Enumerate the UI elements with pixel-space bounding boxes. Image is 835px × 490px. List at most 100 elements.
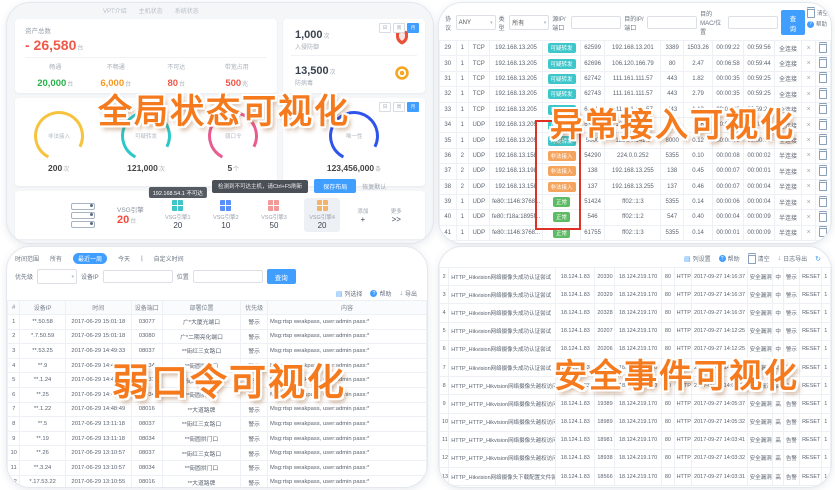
trash-icon[interactable]	[819, 57, 827, 68]
table-row[interactable]: 5HTTP_Hikvision网络摄像头成功认证尝试18.124.1.83202…	[440, 322, 831, 340]
table-row[interactable]: 351UDP192.168.13.205可疑转发5000122.90.141.3…	[440, 133, 831, 148]
device-ip-input[interactable]	[103, 270, 173, 283]
table-row[interactable]: 311TCP192.168.13.205可疑转发62742111.161.111…	[440, 71, 831, 86]
priority-select[interactable]: ▾	[37, 269, 77, 284]
table-cell[interactable]	[816, 164, 831, 179]
clear-button[interactable]: 清空	[807, 7, 828, 18]
refresh-icon[interactable]: ↻	[815, 255, 821, 263]
table-cell[interactable]	[816, 102, 831, 117]
table-row[interactable]: 7HTTP_Hikvision网络摄像头成功认证尝试18.124.1.83202…	[440, 358, 831, 376]
table-cell[interactable]	[816, 87, 831, 102]
trash-icon[interactable]	[819, 88, 827, 99]
table-cell[interactable]: ×	[801, 210, 815, 225]
table-cell[interactable]	[816, 71, 831, 86]
table-cell[interactable]	[816, 117, 831, 132]
table-row[interactable]: 3HTTP_Hikvision网络摄像头成功认证尝试18.124.1.83203…	[440, 286, 831, 304]
close-icon[interactable]: ×	[807, 137, 811, 144]
search-button[interactable]: 查询	[267, 269, 296, 284]
trash-icon[interactable]	[819, 72, 827, 83]
close-icon[interactable]: ×	[807, 152, 811, 159]
period-week-button[interactable]: 周	[393, 102, 405, 112]
trash-icon[interactable]	[819, 196, 827, 207]
table-cell[interactable]	[816, 56, 831, 71]
log-export-button[interactable]: ↓日志导出	[778, 254, 808, 263]
help-button[interactable]: ?帮助	[370, 289, 391, 298]
table-row[interactable]: 4HTTP_Hikvision网络摄像头成功认证尝试18.124.1.83203…	[440, 304, 831, 322]
table-row[interactable]: 12HTTP_HTTP_Hikvision网络摄像头越权访问尝试118.124.…	[440, 449, 831, 467]
trash-icon[interactable]	[819, 226, 827, 237]
add-engine-button[interactable]: 添加 +	[352, 205, 373, 226]
table-cell[interactable]: ×	[801, 133, 815, 148]
close-icon[interactable]: ×	[807, 45, 811, 52]
engine-item-2[interactable]: VSG引擎2 10	[208, 198, 244, 232]
table-cell[interactable]	[816, 210, 831, 225]
table-cell[interactable]	[816, 194, 831, 209]
search-button[interactable]: 查询	[781, 10, 805, 35]
clear-button[interactable]: 清空	[748, 253, 770, 264]
table-row[interactable]: 11HTTP_HTTP_Hikvision网络摄像头越权访问尝试118.124.…	[440, 431, 831, 449]
nav-item[interactable]: VPT介绍	[103, 6, 127, 17]
table-row[interactable]: 12*.17.53.222017-06-29 13:10:5508016**大道…	[8, 475, 427, 488]
close-icon[interactable]: ×	[807, 91, 811, 98]
trash-icon[interactable]	[819, 42, 827, 53]
location-input[interactable]	[193, 270, 263, 283]
help-button[interactable]: ?帮助	[807, 20, 828, 28]
table-row[interactable]: 2*.7.50.592017-06-29 15:01:1803080广*二期亮化…	[8, 329, 427, 344]
table-cell[interactable]: ×	[801, 41, 815, 56]
table-row[interactable]: 3**.53.252017-06-29 14:49:3308037**街红三女路…	[8, 344, 427, 359]
period-week-button[interactable]: 周	[393, 23, 405, 33]
trash-icon[interactable]	[819, 211, 827, 222]
table-cell[interactable]	[816, 133, 831, 148]
table-row[interactable]: 6**.252017-06-29 14:48:5108034**街圆拱门口警示M…	[8, 387, 427, 402]
table-row[interactable]: 4**.92017-06-29 14:49:3308034**街圆拱门口警示Ms…	[8, 358, 427, 373]
table-row[interactable]: 8**.52017-06-29 13:11:1808037**街红三女路口警示M…	[8, 417, 427, 432]
table-row[interactable]: 6HTTP_Hikvision网络摄像头成功认证尝试18.124.1.83202…	[440, 340, 831, 358]
table-row[interactable]: 2HTTP_Hikvision网络摄像头成功认证尝试18.124.1.83203…	[440, 268, 831, 286]
table-cell[interactable]: ×	[801, 87, 815, 102]
table-cell[interactable]	[816, 41, 831, 56]
close-icon[interactable]: ×	[807, 214, 811, 221]
close-icon[interactable]: ×	[807, 183, 811, 190]
table-row[interactable]: 301TCP192.168.13.205可疑转发62696106.120.166…	[440, 56, 831, 71]
table-row[interactable]: 362UDP192.168.13.158非法接入54290224.0.0.252…	[440, 148, 831, 163]
close-icon[interactable]: ×	[807, 75, 811, 82]
trash-icon[interactable]	[819, 134, 827, 145]
type-select[interactable]: 所有▾	[509, 15, 549, 30]
close-icon[interactable]: ×	[807, 199, 811, 206]
table-cell[interactable]: ×	[801, 102, 815, 117]
table-row[interactable]: 391UDPfe80::1146:3768...正常51424ff02::1:3…	[440, 194, 831, 209]
table-row[interactable]: 8HTTP_HTTP_Hikvision网络摄像头越权访问尝试118.124.1…	[440, 377, 831, 395]
table-row[interactable]: 382UDP192.168.13.158非法接入137192.168.13.25…	[440, 179, 831, 194]
column-select-button[interactable]: ▤列选择	[336, 289, 363, 298]
column-settings-button[interactable]: ▤列设置	[684, 254, 711, 263]
table-cell[interactable]: ×	[801, 164, 815, 179]
nav-item[interactable]: 主机状态	[139, 6, 163, 17]
engine-item-3[interactable]: VSG引擎3 50	[256, 198, 292, 232]
table-row[interactable]: 321TCP192.168.13.205可疑转发62743111.161.111…	[440, 87, 831, 102]
table-row[interactable]: 13HTTP_Hikvision网络摄像头下载配置文件尝试18.124.1.83…	[440, 468, 831, 486]
close-icon[interactable]: ×	[807, 168, 811, 175]
table-row[interactable]: 331TCP192.168.13.205可疑转发62745111.161.111…	[440, 102, 831, 117]
trash-icon[interactable]	[819, 103, 827, 114]
table-cell[interactable]: ×	[801, 117, 815, 132]
table-cell[interactable]	[816, 225, 831, 240]
close-icon[interactable]: ×	[807, 122, 811, 129]
table-cell[interactable]: ×	[801, 225, 815, 240]
engine-item-1[interactable]: 192.168.54.1 不可达 VSG引擎1 20	[160, 198, 196, 232]
table-cell[interactable]: ×	[801, 71, 815, 86]
close-icon[interactable]: ×	[807, 60, 811, 67]
table-row[interactable]: 401UDPfe80::f18a:1895f...正常546ff02::1:25…	[440, 210, 831, 225]
table-cell[interactable]	[816, 148, 831, 163]
table-row[interactable]: 5**.1.242017-06-29 14:48:5108037**街红三女路口…	[8, 373, 427, 388]
close-icon[interactable]: ×	[807, 106, 811, 113]
table-row[interactable]: 341UDP192.168.13.205可疑转发63018122.90.141.…	[440, 117, 831, 132]
period-month-button[interactable]: 月	[407, 102, 419, 112]
table-row[interactable]: 7**.1.222017-06-29 14:48:4908016**大道路牌警示…	[8, 402, 427, 417]
trash-icon[interactable]	[819, 149, 827, 160]
table-row[interactable]: 1**.50.582017-06-29 15:01:1803077广*大厦光端口…	[8, 315, 427, 330]
engine-item-4[interactable]: VSG引擎4 20	[304, 198, 340, 232]
tab-last-week[interactable]: 最近一周	[73, 253, 107, 264]
table-row[interactable]: 372UDP192.168.13.198非法接入138192.168.13.25…	[440, 164, 831, 179]
period-day-button[interactable]: 日	[379, 23, 391, 33]
table-row[interactable]: 9**.192017-06-29 13:11:1808034**街圆拱门口警示M…	[8, 431, 427, 446]
